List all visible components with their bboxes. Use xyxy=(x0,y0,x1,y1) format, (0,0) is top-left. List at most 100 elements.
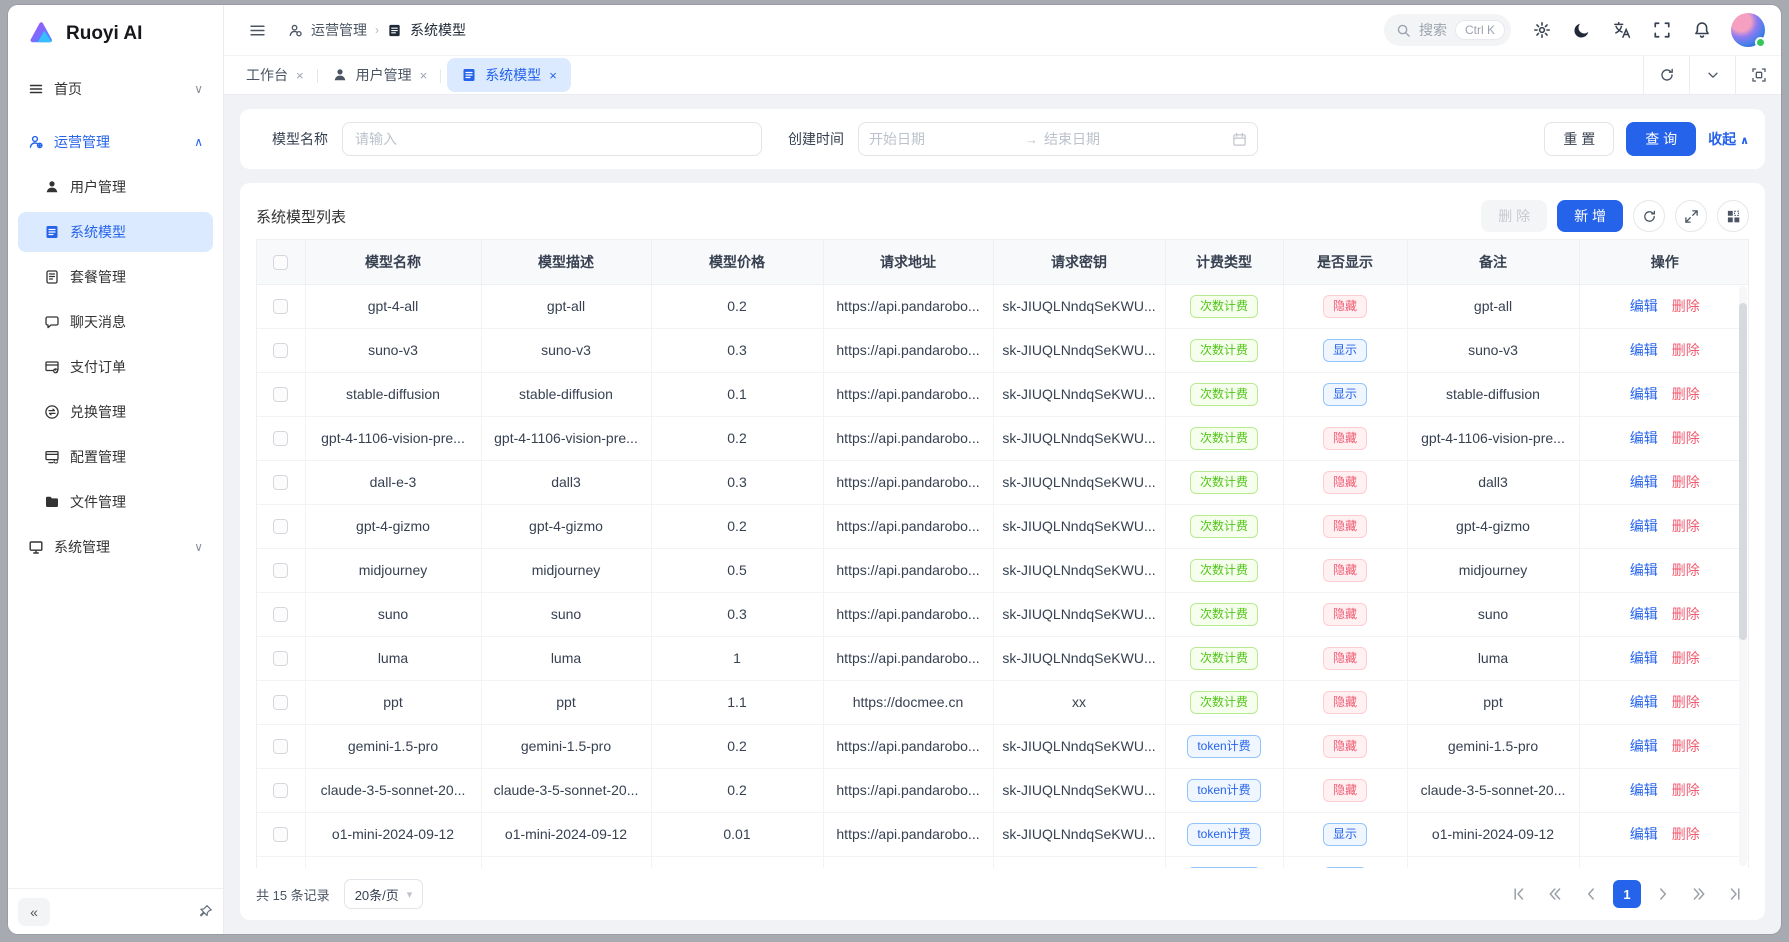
edit-link[interactable]: 编辑 xyxy=(1630,782,1658,798)
model-name-input[interactable] xyxy=(342,122,762,156)
row-checkbox[interactable] xyxy=(273,343,288,358)
sidebar-item-child[interactable]: 兑换管理 xyxy=(18,392,213,432)
focus-mode-icon[interactable] xyxy=(1735,56,1781,94)
row-checkbox[interactable] xyxy=(273,827,288,842)
sidebar-item-home[interactable]: 首页 ∨ xyxy=(18,69,213,109)
dark-mode-moon-icon[interactable] xyxy=(1565,13,1599,47)
global-search[interactable]: 搜索 Ctrl K xyxy=(1384,14,1511,46)
column-settings-icon[interactable] xyxy=(1717,200,1749,232)
sidebar-item-child[interactable]: 聊天消息 xyxy=(18,302,213,342)
delete-link[interactable]: 删除 xyxy=(1672,298,1700,314)
refresh-icon[interactable] xyxy=(1643,56,1689,94)
page-prev-double-icon[interactable] xyxy=(1541,880,1569,908)
sidebar-item-child[interactable]: 文件管理 xyxy=(18,482,213,522)
delete-link[interactable]: 删除 xyxy=(1672,738,1700,754)
start-date-input[interactable] xyxy=(869,131,1019,147)
delete-link[interactable]: 删除 xyxy=(1672,518,1700,534)
reset-button[interactable]: 重 置 xyxy=(1544,122,1614,156)
sidebar-item-current[interactable]: 系统模型 xyxy=(18,212,213,252)
select-all-checkbox[interactable] xyxy=(273,255,288,270)
row-checkbox[interactable] xyxy=(273,739,288,754)
chevron-down-icon[interactable] xyxy=(1689,56,1735,94)
edit-link[interactable]: 编辑 xyxy=(1630,562,1658,578)
user-avatar[interactable] xyxy=(1731,13,1765,47)
sidebar-item-child[interactable]: 支付订单 xyxy=(18,347,213,387)
cell-key: sk-JIUQLNndqSeKWU... xyxy=(993,328,1165,372)
edit-link[interactable]: 编辑 xyxy=(1630,342,1658,358)
cell-remark: gpt-4-1106-vision-pre... xyxy=(1407,416,1579,460)
table-expand-icon[interactable] xyxy=(1675,200,1707,232)
row-checkbox[interactable] xyxy=(273,431,288,446)
edit-link[interactable]: 编辑 xyxy=(1630,298,1658,314)
cell-price: 1.1 xyxy=(651,680,823,724)
sidebar-item-child[interactable]: 用户管理 xyxy=(18,167,213,207)
close-tab-icon[interactable]: × xyxy=(296,68,304,83)
delete-link[interactable]: 删除 xyxy=(1672,782,1700,798)
collapse-filter-link[interactable]: 收起 ∧ xyxy=(1708,129,1749,149)
cell-billing-type: 次数计费 xyxy=(1165,592,1283,636)
row-checkbox[interactable] xyxy=(273,563,288,578)
row-checkbox[interactable] xyxy=(273,783,288,798)
edit-link[interactable]: 编辑 xyxy=(1630,826,1658,842)
edit-link[interactable]: 编辑 xyxy=(1630,518,1658,534)
query-button[interactable]: 查 询 xyxy=(1626,122,1696,156)
edit-link[interactable]: 编辑 xyxy=(1630,694,1658,710)
edit-link[interactable]: 编辑 xyxy=(1630,386,1658,402)
row-checkbox[interactable] xyxy=(273,387,288,402)
pin-icon[interactable] xyxy=(198,904,213,919)
delete-button[interactable]: 删 除 xyxy=(1481,200,1547,232)
tab-0[interactable]: 工作台× xyxy=(232,56,318,94)
breadcrumb-parent[interactable]: 运营管理 xyxy=(311,20,367,40)
delete-link[interactable]: 删除 xyxy=(1672,694,1700,710)
row-checkbox[interactable] xyxy=(273,695,288,710)
delete-link[interactable]: 删除 xyxy=(1672,430,1700,446)
row-checkbox[interactable] xyxy=(273,651,288,666)
add-button[interactable]: 新 增 xyxy=(1557,200,1623,232)
delete-link[interactable]: 删除 xyxy=(1672,650,1700,666)
close-tab-icon[interactable]: × xyxy=(549,68,557,83)
delete-link[interactable]: 删除 xyxy=(1672,826,1700,842)
page-size-select[interactable]: 20条/页 ▾ xyxy=(344,879,424,909)
delete-link[interactable]: 删除 xyxy=(1672,474,1700,490)
end-date-input[interactable] xyxy=(1044,131,1194,147)
sidebar-item-child[interactable]: 配置管理 xyxy=(18,437,213,477)
sidebar-item-child[interactable]: 套餐管理 xyxy=(18,257,213,297)
cell-desc: dall3 xyxy=(481,460,651,504)
page-next-double-icon[interactable] xyxy=(1685,880,1713,908)
fullscreen-icon[interactable] xyxy=(1645,13,1679,47)
page-prev-icon[interactable] xyxy=(1577,880,1605,908)
row-checkbox[interactable] xyxy=(273,475,288,490)
sidebar-item-system-management[interactable]: 系统管理 ∨ xyxy=(18,527,213,567)
page-next-icon[interactable] xyxy=(1649,880,1677,908)
page-last-icon[interactable] xyxy=(1721,880,1749,908)
sidebar-collapse-button[interactable]: « xyxy=(18,898,50,926)
table-row: midjourneymidjourney0.5https://api.panda… xyxy=(257,548,1749,592)
delete-link[interactable]: 删除 xyxy=(1672,606,1700,622)
edit-link[interactable]: 编辑 xyxy=(1630,430,1658,446)
notifications-bell-icon[interactable] xyxy=(1685,13,1719,47)
scrollbar-thumb[interactable] xyxy=(1739,303,1747,639)
delete-link[interactable]: 删除 xyxy=(1672,562,1700,578)
settings-gear-icon[interactable] xyxy=(1525,13,1559,47)
delete-link[interactable]: 删除 xyxy=(1672,386,1700,402)
edit-link[interactable]: 编辑 xyxy=(1630,474,1658,490)
row-checkbox[interactable] xyxy=(273,519,288,534)
page-first-icon[interactable] xyxy=(1505,880,1533,908)
tab-1[interactable]: 用户管理× xyxy=(318,56,442,94)
edit-link[interactable]: 编辑 xyxy=(1630,650,1658,666)
current-page-button[interactable]: 1 xyxy=(1613,880,1641,908)
close-tab-icon[interactable]: × xyxy=(420,68,428,83)
tab-active[interactable]: 系统模型× xyxy=(447,58,571,92)
translate-icon[interactable] xyxy=(1605,13,1639,47)
edit-link[interactable]: 编辑 xyxy=(1630,606,1658,622)
date-range-picker[interactable]: → xyxy=(858,122,1258,156)
row-checkbox[interactable] xyxy=(273,607,288,622)
delete-link[interactable]: 删除 xyxy=(1672,342,1700,358)
row-checkbox[interactable] xyxy=(273,299,288,314)
table-refresh-icon[interactable] xyxy=(1633,200,1665,232)
sidebar-item-operations[interactable]: 运营管理 ∧ xyxy=(18,122,213,162)
brand[interactable]: Ruoyi AI xyxy=(8,5,223,63)
edit-link[interactable]: 编辑 xyxy=(1630,738,1658,754)
hamburger-icon[interactable] xyxy=(240,13,274,47)
table-scrollbar[interactable] xyxy=(1739,286,1747,866)
